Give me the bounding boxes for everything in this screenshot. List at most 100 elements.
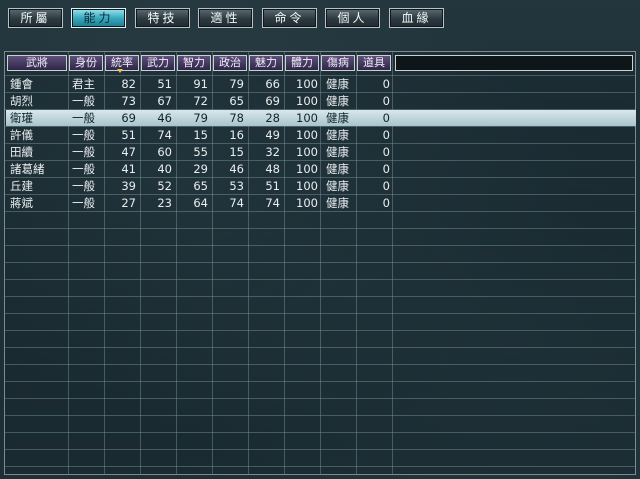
- cell-war: 23: [157, 196, 172, 210]
- cell-politics: 16: [229, 128, 244, 142]
- cell-war: 74: [157, 128, 172, 142]
- cell-war: 52: [157, 179, 172, 193]
- tab-aptitude[interactable]: 適性: [198, 8, 253, 28]
- cell-war: 60: [157, 145, 172, 159]
- tab-orders[interactable]: 命令: [262, 8, 317, 28]
- cell-items: 0: [382, 162, 390, 176]
- table-row[interactable]: 諸葛緒 一般 41 40 29 46 48 100 健康 0: [6, 161, 636, 177]
- cell-charisma: 69: [265, 94, 280, 108]
- cell-items: 0: [382, 94, 390, 108]
- cell-war: 67: [157, 94, 172, 108]
- cell-charisma: 74: [265, 196, 280, 210]
- cell-injury: 健康: [326, 94, 349, 108]
- cell-politics: 46: [229, 162, 244, 176]
- cell-injury: 健康: [326, 128, 349, 142]
- sort-descending-icon: [117, 69, 123, 73]
- cell-items: 0: [382, 145, 390, 159]
- cell-injury: 健康: [326, 196, 349, 210]
- column-header-injury[interactable]: 傷病: [321, 55, 355, 71]
- table-row[interactable]: 丘建 一般 39 52 65 53 51 100 健康 0: [6, 178, 636, 194]
- cell-intelligence: 72: [193, 94, 208, 108]
- cell-officer: 許儀: [10, 128, 33, 142]
- column-header-charisma[interactable]: 魅力: [249, 55, 283, 71]
- cell-stamina: 100: [296, 162, 318, 176]
- cell-items: 0: [382, 77, 390, 91]
- cell-rank: 一般: [72, 111, 95, 125]
- cell-intelligence: 55: [193, 145, 208, 159]
- cell-officer: 蔣斌: [10, 196, 33, 210]
- cell-injury: 健康: [326, 111, 349, 125]
- cell-officer: 諸葛緒: [10, 162, 45, 176]
- tab-personal[interactable]: 個人: [325, 8, 380, 28]
- cell-items: 0: [382, 179, 390, 193]
- cell-charisma: 49: [265, 128, 280, 142]
- table-row[interactable]: 衛瓘 一般 69 46 79 78 28 100 健康 0: [6, 110, 636, 126]
- column-header-stamina[interactable]: 體力: [285, 55, 319, 71]
- column-header-officer[interactable]: 武將: [7, 55, 67, 71]
- cell-injury: 健康: [326, 145, 349, 159]
- cell-leadership: 82: [121, 77, 136, 91]
- cell-rank: 一般: [72, 196, 95, 210]
- cell-officer: 丘建: [10, 179, 33, 193]
- cell-injury: 健康: [326, 162, 349, 176]
- cell-war: 40: [157, 162, 172, 176]
- cell-charisma: 28: [265, 111, 280, 125]
- table-row[interactable]: 胡烈 一般 73 67 72 65 69 100 健康 0: [6, 93, 636, 109]
- cell-rank: 君主: [72, 77, 95, 91]
- cell-politics: 53: [229, 179, 244, 193]
- cell-intelligence: 15: [193, 128, 208, 142]
- cell-politics: 79: [229, 77, 244, 91]
- cell-injury: 健康: [326, 179, 349, 193]
- column-header-politics[interactable]: 政治: [213, 55, 247, 71]
- cell-officer: 田續: [10, 145, 33, 159]
- cell-intelligence: 29: [193, 162, 208, 176]
- tab-ability[interactable]: 能力: [71, 8, 126, 28]
- cell-items: 0: [382, 128, 390, 142]
- cell-charisma: 51: [265, 179, 280, 193]
- cell-politics: 74: [229, 196, 244, 210]
- cell-charisma: 32: [265, 145, 280, 159]
- cell-rank: 一般: [72, 179, 95, 193]
- column-header-empty: [395, 55, 633, 71]
- table-row[interactable]: 許儀 一般 51 74 15 16 49 100 健康 0: [6, 127, 636, 143]
- cell-leadership: 51: [121, 128, 136, 142]
- cell-items: 0: [382, 196, 390, 210]
- cell-charisma: 66: [265, 77, 280, 91]
- cell-leadership: 69: [121, 111, 136, 125]
- cell-intelligence: 65: [193, 179, 208, 193]
- cell-rank: 一般: [72, 162, 95, 176]
- cell-stamina: 100: [296, 111, 318, 125]
- officer-list-table: 武將 身份 統率 武力 智力 政治 魅力 體力 傷病 道具 鍾會 君主 82 51 91…: [4, 51, 636, 475]
- table-row[interactable]: 鍾會 君主 82 51 91 79 66 100 健康 0: [6, 76, 636, 92]
- cell-stamina: 100: [296, 196, 318, 210]
- tab-bloodline[interactable]: 血緣: [389, 8, 444, 28]
- column-header-items[interactable]: 道具: [357, 55, 391, 71]
- cell-politics: 65: [229, 94, 244, 108]
- column-header-intelligence[interactable]: 智力: [177, 55, 211, 71]
- cell-leadership: 41: [121, 162, 136, 176]
- cell-stamina: 100: [296, 145, 318, 159]
- cell-stamina: 100: [296, 179, 318, 193]
- cell-intelligence: 91: [193, 77, 208, 91]
- cell-injury: 健康: [326, 77, 349, 91]
- column-header-rank[interactable]: 身份: [69, 55, 103, 71]
- cell-rank: 一般: [72, 128, 95, 142]
- cell-officer: 衛瓘: [10, 111, 33, 125]
- table-row[interactable]: 蔣斌 一般 27 23 64 74 74 100 健康 0: [6, 195, 636, 211]
- cell-intelligence: 79: [193, 111, 208, 125]
- table-row[interactable]: 田續 一般 47 60 55 15 32 100 健康 0: [6, 144, 636, 160]
- cell-politics: 15: [229, 145, 244, 159]
- cell-politics: 78: [229, 111, 244, 125]
- cell-rank: 一般: [72, 145, 95, 159]
- cell-officer: 鍾會: [10, 77, 33, 91]
- tab-affiliation[interactable]: 所屬: [8, 8, 63, 28]
- cell-leadership: 27: [121, 196, 136, 210]
- cell-stamina: 100: [296, 128, 318, 142]
- column-header-war[interactable]: 武力: [141, 55, 175, 71]
- cell-leadership: 47: [121, 145, 136, 159]
- cell-leadership: 73: [121, 94, 136, 108]
- tab-skills[interactable]: 特技: [135, 8, 190, 28]
- cell-charisma: 48: [265, 162, 280, 176]
- cell-war: 46: [157, 111, 172, 125]
- cell-stamina: 100: [296, 77, 318, 91]
